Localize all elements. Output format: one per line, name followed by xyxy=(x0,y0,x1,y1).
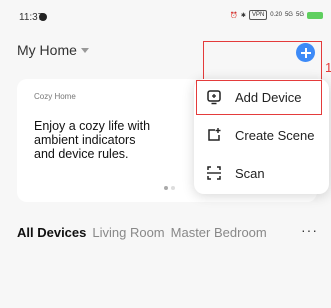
menu-label-scan: Scan xyxy=(235,165,265,181)
annotation-number: 1 xyxy=(325,60,331,75)
caret-down-icon xyxy=(80,47,89,53)
home-title: My Home xyxy=(17,42,77,58)
notification-dot xyxy=(39,13,47,21)
status-icons: ⏰ ✱ VPN 0.20 5G 5G xyxy=(230,10,323,20)
more-tabs-button[interactable]: ··· xyxy=(298,222,318,238)
signal-5g-1: 5G xyxy=(284,12,293,18)
vpn-badge: VPN xyxy=(248,10,268,20)
card-subtitle: Cozy Home xyxy=(34,92,76,101)
battery-icon xyxy=(307,11,323,19)
bluetooth-icon: ✱ xyxy=(240,12,246,19)
data-speed: 0.20 xyxy=(270,12,282,18)
menu-item-scan[interactable]: Scan xyxy=(194,155,329,191)
tab-living-room[interactable]: Living Room xyxy=(92,225,164,240)
menu-item-create-scene[interactable]: Create Scene xyxy=(194,117,329,153)
tab-master-bedroom[interactable]: Master Bedroom xyxy=(171,225,267,240)
card-pager xyxy=(164,186,175,190)
status-bar: 11:37 ⏰ ✱ VPN 0.20 5G 5G xyxy=(0,0,331,30)
menu-label-create-scene: Create Scene xyxy=(235,127,315,143)
room-tabs: All Devices Living Room Master Bedroom xyxy=(17,222,331,242)
signal-5g-2: 5G xyxy=(295,12,304,18)
create-scene-icon xyxy=(208,128,221,141)
alarm-icon: ⏰ xyxy=(230,12,238,19)
home-selector[interactable]: My Home xyxy=(17,42,89,58)
card-text: Enjoy a cozy life with ambient indicator… xyxy=(34,119,151,161)
tab-all-devices[interactable]: All Devices xyxy=(17,225,86,240)
scan-icon xyxy=(207,166,221,180)
highlight-box-add-button xyxy=(203,41,322,81)
highlight-box-add-device xyxy=(196,80,322,115)
